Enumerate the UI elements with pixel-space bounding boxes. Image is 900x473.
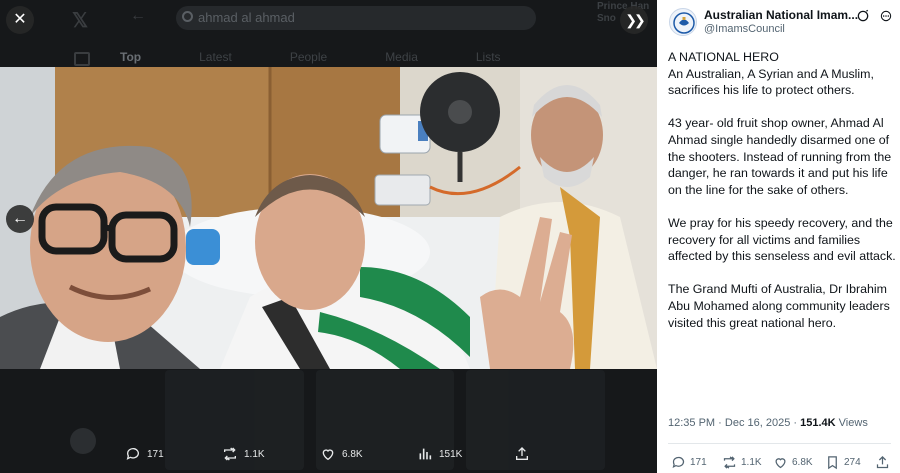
hospital-selfie-image bbox=[0, 67, 657, 369]
bookmark-icon bbox=[828, 456, 837, 470]
share-icon bbox=[876, 455, 889, 469]
bookmark-count: 274 bbox=[844, 457, 861, 468]
heart-icon bbox=[775, 458, 786, 469]
tab-media: Media bbox=[385, 50, 418, 64]
share-button[interactable] bbox=[875, 455, 890, 470]
arrow-left-icon: ← bbox=[12, 210, 28, 227]
meta-separator: · bbox=[793, 417, 798, 429]
author-avatar[interactable] bbox=[669, 8, 697, 36]
x-logo-icon: 𝕏 bbox=[72, 10, 89, 32]
repost-button[interactable]: 1.1K bbox=[722, 455, 762, 470]
media-repost-button[interactable]: 1.1K bbox=[222, 446, 265, 462]
search-tabs: Top Latest People Media Lists bbox=[120, 50, 501, 64]
media-views-button[interactable]: 151K bbox=[417, 446, 462, 462]
back-arrow-icon: ← bbox=[130, 7, 146, 24]
post-views-label: Views bbox=[838, 417, 868, 429]
meta-separator: · bbox=[718, 417, 722, 429]
post-text: A NATIONAL HERO An Australian, A Syrian … bbox=[668, 49, 896, 348]
author-handle[interactable]: @ImamsCouncil bbox=[704, 23, 785, 35]
media-reply-button[interactable]: 171 bbox=[125, 446, 164, 462]
media-share-button[interactable] bbox=[514, 446, 530, 462]
post-detail-panel: Australian National Imam... @ImamsCounci… bbox=[657, 0, 900, 473]
post-date: Dec 16, 2025 bbox=[724, 417, 791, 429]
tab-lists: Lists bbox=[475, 50, 501, 64]
search-query: ahmad al ahmad bbox=[198, 10, 295, 25]
post-paragraph: A NATIONAL HERO An Australian, A Syrian … bbox=[668, 50, 874, 98]
post-timestamp[interactable]: 12:35 PM · Dec 16, 2025 · 151.4K Views bbox=[668, 417, 868, 429]
post-views-count: 151.4K bbox=[800, 417, 836, 429]
imams-council-logo-icon bbox=[673, 12, 695, 34]
double-chevron-right-icon: ❯❯ bbox=[625, 12, 646, 28]
post-paragraph: The Grand Mufti of Australia, Dr Ibrahim… bbox=[668, 282, 890, 330]
share-icon bbox=[516, 447, 528, 460]
tab-latest: Latest bbox=[199, 50, 232, 64]
reply-icon bbox=[126, 448, 139, 460]
search-icon bbox=[182, 11, 193, 22]
media-action-bar: 171 1.1K 6.8K 151K bbox=[0, 436, 657, 473]
previous-image-button[interactable]: ← bbox=[6, 205, 34, 233]
repost-count: 1.1K bbox=[741, 457, 762, 468]
repost-icon bbox=[723, 456, 736, 469]
close-button[interactable]: ✕ bbox=[6, 6, 34, 34]
like-count: 6.8K bbox=[792, 457, 813, 468]
media-like-button[interactable]: 6.8K bbox=[320, 446, 363, 462]
post-photo bbox=[0, 67, 657, 369]
post-time: 12:35 PM bbox=[668, 417, 716, 429]
post-paragraph: We pray for his speedy recovery, and the… bbox=[668, 215, 896, 264]
more-options-icon[interactable] bbox=[879, 9, 893, 23]
tab-people: People bbox=[289, 50, 328, 64]
views-chart-icon bbox=[419, 448, 432, 460]
follow-icon[interactable] bbox=[856, 9, 870, 23]
bookmark-button[interactable]: 274 bbox=[825, 455, 861, 470]
media-reply-count: 171 bbox=[147, 448, 164, 460]
post-paragraph: 43 year- old fruit shop owner, Ahmad Al … bbox=[668, 116, 892, 197]
media-like-count: 6.8K bbox=[342, 448, 363, 460]
author-name[interactable]: Australian National Imam... bbox=[704, 8, 858, 22]
close-icon: ✕ bbox=[13, 11, 27, 28]
search-input: ahmad al ahmad bbox=[176, 6, 536, 30]
media-repost-count: 1.1K bbox=[244, 448, 265, 460]
home-icon bbox=[74, 52, 90, 66]
reply-button[interactable]: 171 bbox=[671, 455, 707, 470]
repost-icon bbox=[224, 447, 236, 461]
tab-top: Top bbox=[120, 50, 142, 64]
reply-icon bbox=[672, 456, 685, 469]
collapse-panel-button[interactable]: ❯❯ bbox=[620, 6, 648, 34]
media-view-count: 151K bbox=[439, 448, 463, 460]
divider bbox=[668, 443, 891, 444]
heart-icon bbox=[322, 449, 334, 461]
like-button[interactable]: 6.8K bbox=[773, 455, 813, 470]
reply-count: 171 bbox=[690, 457, 707, 468]
